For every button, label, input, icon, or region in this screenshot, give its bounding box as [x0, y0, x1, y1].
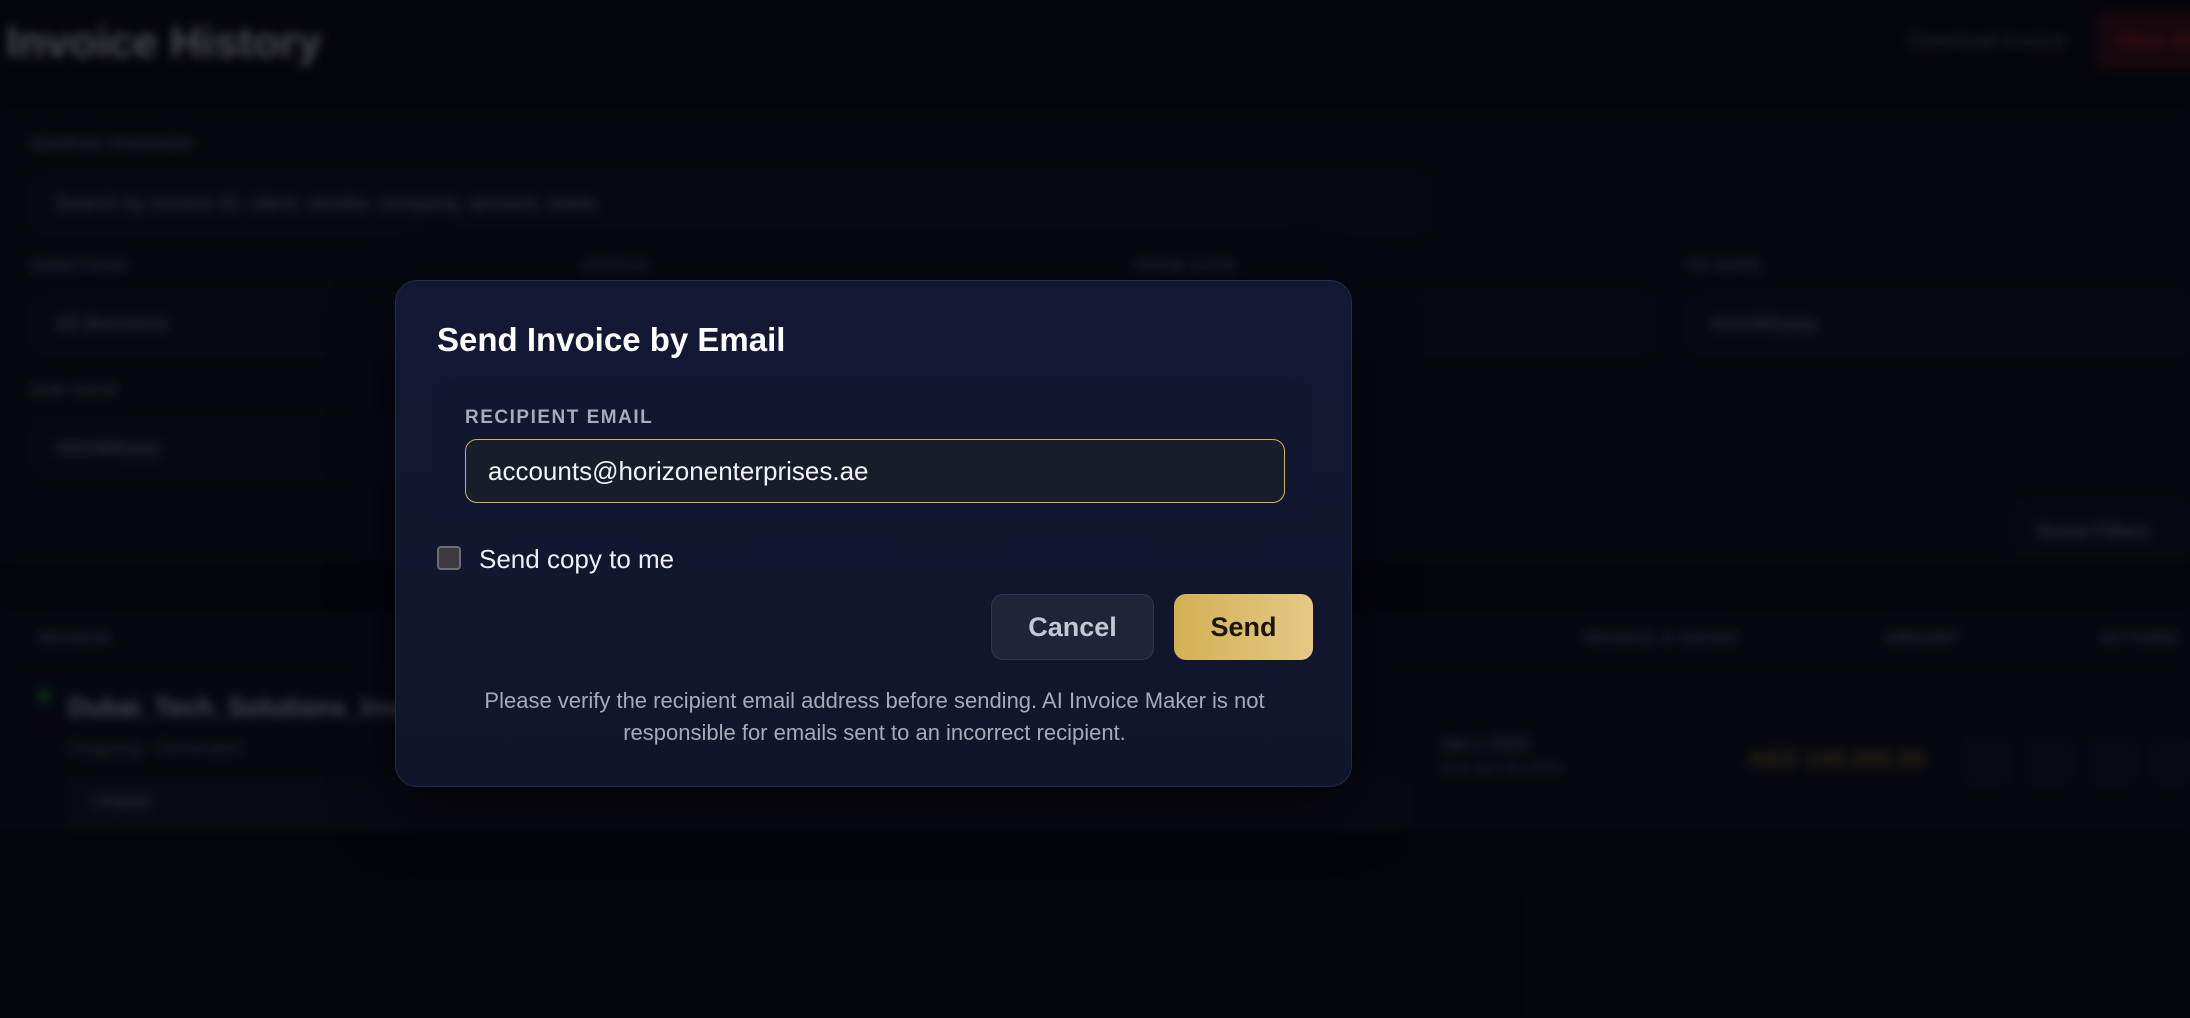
send-invoice-dialog: Send Invoice by Email RECIPIENT EMAIL Se…: [395, 280, 1352, 787]
recipient-email-label: RECIPIENT EMAIL: [465, 407, 654, 428]
page: Invoice History Download Invoice Clear A…: [0, 0, 2190, 1018]
send-copy-checkbox[interactable]: [437, 546, 461, 570]
disclaimer-text: Please verify the recipient email addres…: [484, 688, 1265, 745]
send-copy-label[interactable]: Send copy to me: [479, 544, 674, 575]
dialog-title: Send Invoice by Email: [437, 321, 786, 358]
cancel-button[interactable]: Cancel: [991, 594, 1154, 660]
send-button[interactable]: Send: [1174, 594, 1313, 660]
recipient-email-input[interactable]: [465, 439, 1285, 503]
